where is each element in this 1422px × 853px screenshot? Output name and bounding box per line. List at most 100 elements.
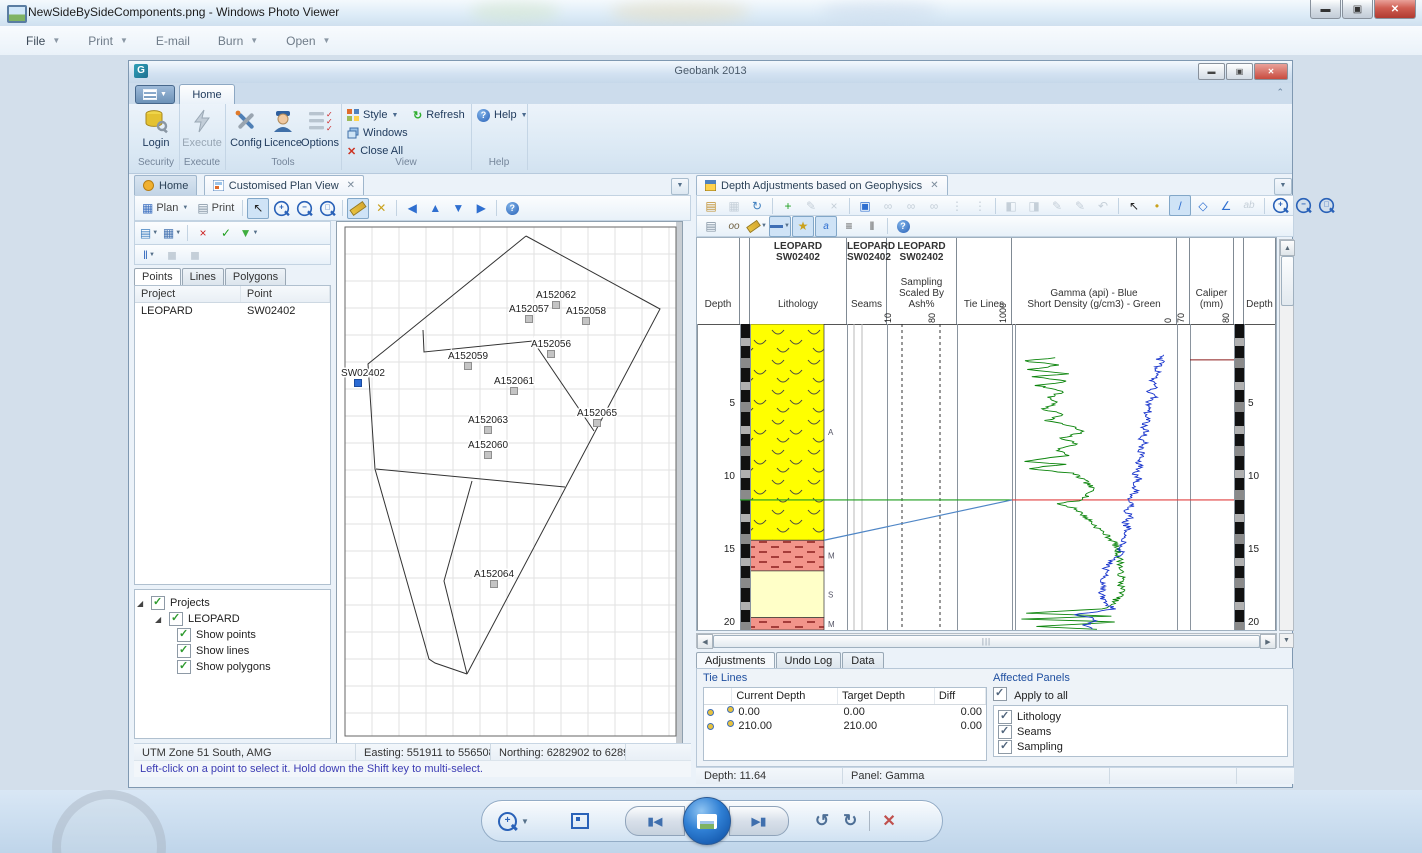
layer-checkbox[interactable] xyxy=(177,628,191,642)
style-button[interactable]: Style▼ xyxy=(347,107,398,123)
tie-column-header[interactable]: Target Depth xyxy=(838,688,935,704)
map-point[interactable] xyxy=(491,581,498,588)
tie-line-tool-button[interactable]: / xyxy=(1169,195,1191,216)
line-node-tool-button[interactable]: ∠ xyxy=(1215,195,1237,216)
delete-button[interactable]: ✕ xyxy=(882,811,895,831)
link-depths-button[interactable]: ∞ xyxy=(877,195,899,216)
zoom-reset-button[interactable]: □ xyxy=(1315,195,1337,216)
close-button[interactable]: ✕ xyxy=(1374,0,1416,19)
ribbon-collapse-icon[interactable]: ⌃ xyxy=(1276,87,1284,98)
pan-up-button[interactable]: ▲ xyxy=(424,198,446,219)
tree-node-projects[interactable]: ◢ Projects xyxy=(137,596,328,610)
polygon-outline[interactable] xyxy=(376,469,565,487)
geobank-minimize-button[interactable]: ▬ xyxy=(1198,63,1225,80)
menu-open[interactable]: Open▼ xyxy=(272,26,344,55)
layer-checkbox[interactable] xyxy=(177,660,191,674)
text-edit-toggle[interactable]: a xyxy=(815,216,837,237)
menu-print[interactable]: Print▼ xyxy=(74,26,142,55)
application-menu-button[interactable]: ▼ xyxy=(135,85,175,104)
menu-burn[interactable]: Burn▼ xyxy=(204,26,272,55)
tree-node-show-lines[interactable]: Show lines xyxy=(177,644,328,658)
column-chooser-button[interactable]: ‖▼ xyxy=(138,244,160,265)
scroll-right-icon[interactable]: ▶ xyxy=(1260,634,1276,649)
pointer-tool-button[interactable]: ↖ xyxy=(1123,195,1145,216)
filter-button[interactable]: ▼▼ xyxy=(238,223,260,244)
plan-map-canvas[interactable]: A152062A152057A152058A152056A152059SW024… xyxy=(337,222,682,744)
pan-down-button[interactable]: ▼ xyxy=(447,198,469,219)
table-row[interactable]: LEOPARDSW02402 xyxy=(135,303,330,319)
map-point[interactable] xyxy=(485,427,492,434)
map-point[interactable] xyxy=(485,452,492,459)
log-hscrollbar[interactable]: ◀ ||| ▶ xyxy=(696,633,1277,648)
line-width-button[interactable]: ▼ xyxy=(769,216,791,237)
geobank-restore-button[interactable]: ▣ xyxy=(1226,63,1253,80)
log-vscrollbar[interactable]: ▲ xyxy=(1279,239,1294,631)
menu-email[interactable]: E-mail xyxy=(142,26,204,55)
grid-column-header[interactable]: Point xyxy=(241,286,330,302)
tie-column-header[interactable]: Current Depth xyxy=(732,688,838,704)
map-point[interactable] xyxy=(583,318,590,325)
labels-tool-button[interactable]: ab xyxy=(1238,195,1260,216)
rows-view-button[interactable]: ≡ xyxy=(838,216,860,237)
close-tab-icon[interactable]: ✕ xyxy=(347,180,355,191)
scroll-left-icon[interactable]: ◀ xyxy=(697,634,713,649)
help-button[interactable]: ? xyxy=(892,216,914,237)
delete-button[interactable]: × xyxy=(192,223,214,244)
zoom-out-button[interactable]: − xyxy=(1292,195,1314,216)
pan-left-button[interactable]: ◀ xyxy=(401,198,423,219)
rotate-ccw-button[interactable]: ↺ xyxy=(815,811,829,831)
dots-b-button[interactable]: ⋮ xyxy=(969,195,991,216)
tie-line-row[interactable]: 0.000.000.00 xyxy=(704,705,986,719)
measure-button[interactable]: ▼ xyxy=(746,216,768,237)
next-button[interactable]: ▶▮ xyxy=(729,806,789,836)
map-point[interactable] xyxy=(553,302,560,309)
multi-node-tool-button[interactable]: ◇ xyxy=(1192,195,1214,216)
expander-icon[interactable]: ◢ xyxy=(137,599,146,608)
zoom-in-button[interactable]: + xyxy=(270,198,292,219)
undo-button[interactable]: ↶ xyxy=(1092,195,1114,216)
unlink-depths-button[interactable]: ∞ xyxy=(900,195,922,216)
pan-right-button[interactable]: ▶ xyxy=(470,198,492,219)
login-button[interactable]: Login xyxy=(135,106,177,154)
zoom-extents-button[interactable]: □ xyxy=(316,198,338,219)
actual-size-button[interactable] xyxy=(571,813,589,829)
tab-list-dropdown[interactable]: ▼ xyxy=(671,178,689,195)
scroll-down-icon[interactable]: ▼ xyxy=(1279,633,1294,648)
tab-undo-log[interactable]: Undo Log xyxy=(776,652,842,669)
ribbon-help-button[interactable]: ? Help▼ xyxy=(477,107,528,123)
next-record-button[interactable]: ◼ xyxy=(184,244,206,265)
save-log-button[interactable]: ▦ xyxy=(723,195,745,216)
import-button[interactable]: ▤▼ xyxy=(138,223,160,244)
projects-checkbox[interactable] xyxy=(151,596,165,610)
expander-icon[interactable]: ◢ xyxy=(155,615,164,624)
link-seams-button[interactable]: ∞ xyxy=(923,195,945,216)
tree-node-leopard[interactable]: ◢ LEOPARD xyxy=(155,612,328,626)
play-slideshow-button[interactable] xyxy=(683,797,731,845)
refresh-button[interactable]: ↻ Refresh xyxy=(413,107,465,123)
polygon-outline[interactable] xyxy=(467,236,660,674)
save-button[interactable]: ▦▼ xyxy=(161,223,183,244)
affected-panel-sampling[interactable]: Sampling xyxy=(998,740,1283,754)
previous-button[interactable]: ▮◀ xyxy=(625,806,685,836)
select-pointer-button[interactable]: ↖ xyxy=(247,198,269,219)
map-point[interactable] xyxy=(465,363,472,370)
scroll-up-icon[interactable]: ▲ xyxy=(1280,240,1295,256)
vscroll-thumb[interactable] xyxy=(1281,256,1294,306)
marker-edit-toggle[interactable]: ★ xyxy=(792,216,814,237)
restore-button[interactable]: ▣ xyxy=(1342,0,1373,19)
add-tie-line-button[interactable]: + xyxy=(777,195,799,216)
tree-node-show-points[interactable]: Show points xyxy=(177,628,328,642)
panel-checkbox[interactable] xyxy=(998,740,1012,754)
execute-button[interactable]: Execute xyxy=(181,106,223,154)
lithology-unit[interactable] xyxy=(750,571,824,618)
map-point-selected[interactable] xyxy=(355,380,362,387)
find-button[interactable]: oo xyxy=(723,216,745,237)
zoom-out-button[interactable]: − xyxy=(293,198,315,219)
list-tab-lines[interactable]: Lines xyxy=(182,268,224,286)
import-log-button[interactable]: ▤ xyxy=(700,195,722,216)
close-tab-icon[interactable]: ✕ xyxy=(930,180,938,191)
layer-checkbox[interactable] xyxy=(177,644,191,658)
map-point[interactable] xyxy=(526,316,533,323)
log-view[interactable]: DepthLEOPARDSW02402LithologyLEOPARDSW024… xyxy=(696,237,1277,631)
tie-line-connector[interactable] xyxy=(824,500,1012,540)
